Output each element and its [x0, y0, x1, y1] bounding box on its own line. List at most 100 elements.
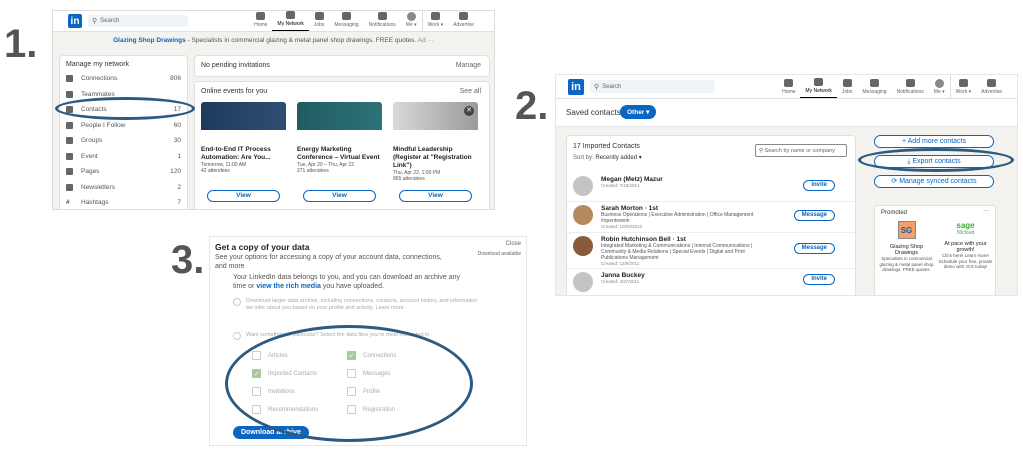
- teammates-icon: [66, 90, 73, 98]
- checkbox-recommendations[interactable]: Recommendations: [252, 405, 347, 414]
- checkbox-connections[interactable]: ✓ Connections: [347, 351, 442, 360]
- network-item-pages[interactable]: Pages 120: [60, 164, 187, 180]
- checkbox-registration[interactable]: Registration: [347, 405, 442, 414]
- export-contacts-button[interactable]: ⤓ Export contacts: [874, 155, 994, 168]
- nav-notifications[interactable]: Notifications: [364, 11, 401, 31]
- sage-logo: sage: [956, 221, 975, 230]
- option-particular[interactable]: Want something in particular? Select the…: [233, 332, 493, 340]
- nav-my-network[interactable]: My Network: [800, 75, 837, 98]
- contacts-search-input[interactable]: ⚲ Search by name or company: [755, 144, 847, 157]
- linkedin-logo[interactable]: in: [568, 78, 584, 95]
- nav-me[interactable]: Me ▾: [929, 75, 950, 98]
- network-item-contacts[interactable]: Contacts 17: [60, 102, 187, 118]
- event-card[interactable]: End-to-End IT Process Automation: Are Yo…: [201, 102, 286, 202]
- network-item-teammates[interactable]: Teammates: [60, 87, 187, 103]
- radio-button[interactable]: [233, 332, 241, 340]
- message-button[interactable]: Message: [793, 210, 835, 221]
- top-nav: in ⚲ Search Home My Network Jobs Messagi…: [53, 11, 494, 32]
- advertise-icon: [459, 12, 469, 20]
- calendar-icon: [66, 152, 73, 160]
- dialog-subtitle: See your options for accessing a copy of…: [215, 254, 442, 270]
- view-event-button[interactable]: View: [303, 190, 376, 202]
- network-item-hashtags[interactable]: # Hashtags 7: [60, 195, 187, 209]
- promoted-ad[interactable]: SG Glazing Shop Drawings Specialists in …: [879, 221, 934, 273]
- events-row: End-to-End IT Process Automation: Are Yo…: [201, 100, 483, 209]
- network-item-event[interactable]: Event 1: [60, 149, 187, 165]
- filter-dropdown[interactable]: Other ▾: [620, 105, 657, 119]
- close-icon[interactable]: ✕: [464, 106, 474, 116]
- home-icon: [256, 12, 266, 20]
- network-item-groups[interactable]: Groups 30: [60, 133, 187, 149]
- invite-button[interactable]: Invite: [803, 180, 835, 191]
- manage-synced-contacts-button[interactable]: ⟳ Manage synced contacts: [874, 175, 994, 188]
- contact-row: Janna Buckey Created: 4/27/2011 Invite: [567, 268, 855, 292]
- nav-items: Home My Network Jobs Messaging Notificat…: [249, 11, 479, 31]
- people-icon: [66, 75, 73, 83]
- checkbox-row: Recommendations Registration: [252, 405, 442, 414]
- linkedin-logo[interactable]: in: [68, 14, 82, 28]
- nav-jobs[interactable]: Jobs: [837, 75, 858, 98]
- newsletter-icon: [66, 183, 73, 191]
- step-number-2: 2.: [515, 84, 549, 128]
- search-bar[interactable]: ⚲ Search: [590, 80, 715, 93]
- add-more-contacts-button[interactable]: + Add more contacts: [874, 135, 994, 148]
- checkbox-articles[interactable]: Articles: [252, 351, 347, 360]
- nav-my-network[interactable]: My Network: [272, 11, 309, 31]
- saved-contacts-header: Saved contacts Other ▾: [556, 99, 1017, 127]
- nav-advertise[interactable]: Advertise: [976, 75, 1007, 98]
- bell-icon: [905, 79, 915, 87]
- more-icon[interactable]: ···: [983, 208, 989, 214]
- sort-dropdown[interactable]: Recently added ▾: [595, 155, 641, 161]
- search-placeholder: Search: [100, 18, 120, 24]
- event-card[interactable]: ✕ Mindful Leadership (Register at "Regis…: [393, 102, 478, 202]
- see-all-link[interactable]: See all: [460, 88, 481, 95]
- no-invitations-text: No pending invitations: [201, 62, 270, 69]
- promoted-ad[interactable]: sage 50cloud At pace with your growth! C…: [938, 221, 993, 270]
- nav-messaging[interactable]: Messaging: [329, 11, 363, 31]
- search-bar[interactable]: ⚲ Search: [88, 15, 188, 27]
- nav-messaging[interactable]: Messaging: [857, 75, 891, 98]
- network-item-people-i-follow[interactable]: People I Follow 60: [60, 118, 187, 134]
- message-button[interactable]: Message: [793, 243, 835, 254]
- close-button[interactable]: Close: [506, 241, 521, 247]
- view-event-button[interactable]: View: [207, 190, 280, 202]
- nav-items: Home My Network Jobs Messaging Notificat…: [777, 75, 1007, 98]
- network-item-newsletters[interactable]: Newsletters 2: [60, 180, 187, 196]
- events-title: Online events for you: [201, 88, 268, 95]
- nav-home[interactable]: Home: [249, 11, 272, 31]
- search-icon: ⚲: [92, 18, 98, 25]
- event-image: [201, 102, 286, 130]
- avatar: [573, 176, 593, 196]
- radio-button[interactable]: [233, 298, 241, 306]
- avatar: [573, 236, 593, 256]
- checkbox-invitations[interactable]: Invitations: [252, 387, 347, 396]
- checkbox-imported-contacts[interactable]: ✓ Imported Contacts: [252, 369, 347, 378]
- nav-advertise[interactable]: Advertise: [448, 11, 479, 31]
- manage-link[interactable]: Manage: [456, 62, 481, 69]
- messaging-icon: [341, 12, 351, 20]
- event-image: [297, 102, 382, 130]
- invite-button[interactable]: Invite: [803, 274, 835, 285]
- home-icon: [784, 79, 794, 87]
- event-card[interactable]: Energy Marketing Conference – Virtual Ev…: [297, 102, 382, 202]
- nav-home[interactable]: Home: [777, 75, 800, 98]
- avatar: [406, 12, 416, 21]
- nav-work[interactable]: Work ▾: [421, 11, 448, 31]
- rich-media-link[interactable]: view the rich media: [256, 283, 321, 290]
- view-event-button[interactable]: View: [399, 190, 472, 202]
- panel-get-data-copy: Get a copy of your data Close Download a…: [209, 236, 527, 446]
- contact-row: Megan (Metz) Mazur Created: 7/15/2014 Inv…: [567, 176, 855, 196]
- option-full-archive[interactable]: Download larger data archive, including …: [233, 298, 478, 312]
- ad-banner[interactable]: Glazing Shop Drawings - Specialists in c…: [53, 37, 494, 44]
- groups-icon: [66, 137, 73, 145]
- panel-saved-contacts: in ⚲ Search Home My Network Jobs Messagi…: [555, 74, 1018, 296]
- network-item-connections[interactable]: Connections 806: [60, 71, 187, 87]
- checkbox-messages[interactable]: Messages: [347, 369, 442, 378]
- nav-me[interactable]: Me ▾: [401, 11, 422, 31]
- nav-notifications[interactable]: Notifications: [892, 75, 929, 98]
- nav-work[interactable]: Work ▾: [949, 75, 976, 98]
- checkbox-profile[interactable]: Profile: [347, 387, 442, 396]
- download-archive-button[interactable]: Download archive: [233, 426, 309, 439]
- imported-contacts-card: 17 Imported Contacts Sort by: Recently a…: [566, 135, 856, 295]
- nav-jobs[interactable]: Jobs: [309, 11, 330, 31]
